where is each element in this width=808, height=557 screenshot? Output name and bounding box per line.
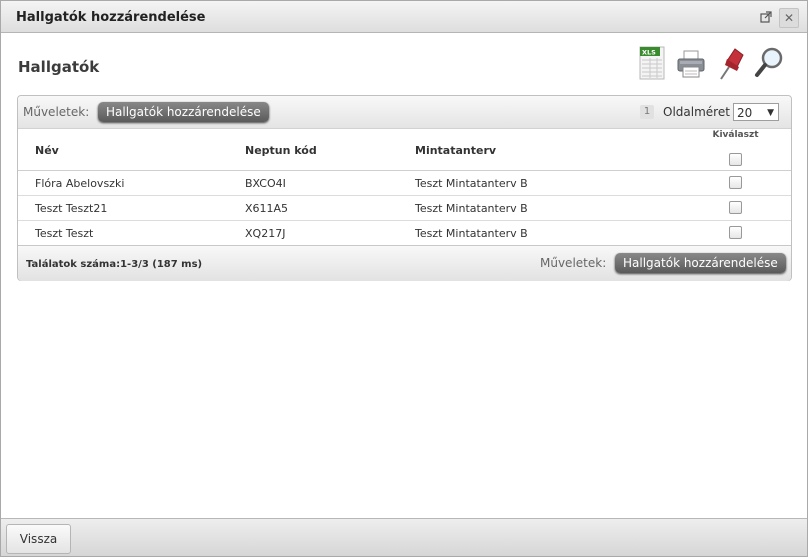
cell-curriculum: Teszt Mintatanterv B	[415, 177, 528, 190]
back-button[interactable]: Vissza	[6, 524, 71, 554]
assign-students-button-bottom[interactable]: Hallgatók hozzárendelése	[615, 253, 786, 273]
operations-label: Műveletek:	[23, 105, 90, 119]
column-header-curriculum[interactable]: Mintatanterv	[415, 144, 496, 157]
table-row: Teszt Teszt XQ217J Teszt Mintatanterv B	[18, 221, 791, 245]
cell-name: Teszt Teszt21	[35, 202, 108, 215]
column-header-select: Kiválaszt	[712, 130, 759, 140]
dropdown-arrow-icon: ▼	[767, 108, 774, 118]
row-select-checkbox[interactable]	[729, 226, 742, 239]
results-count: Találatok száma:1-3/3 (187 ms)	[26, 259, 203, 270]
table-row: Teszt Teszt21 X611A5 Teszt Mintatanterv …	[18, 196, 791, 221]
print-icon[interactable]	[676, 45, 706, 81]
cell-curriculum: Teszt Mintatanterv B	[415, 227, 528, 240]
panel-footer: Találatok száma:1-3/3 (187 ms) Műveletek…	[18, 245, 791, 281]
operations-label-bottom: Műveletek:	[540, 256, 607, 270]
cell-neptun: XQ217J	[245, 227, 286, 240]
cell-neptun: BXCO4I	[245, 177, 286, 190]
page-size-value: 20	[737, 106, 753, 120]
panel-toolbar: Műveletek: Hallgatók hozzárendelése 1 Ol…	[18, 96, 791, 129]
dialog-footer: Vissza	[1, 518, 807, 556]
section-heading: Hallgatók	[18, 58, 100, 76]
dialog-window: Hallgatók hozzárendelése ✕ Hallgatók XLS	[0, 0, 808, 557]
column-header-neptun[interactable]: Neptun kód	[245, 144, 317, 157]
popout-icon[interactable]	[758, 9, 774, 25]
close-icon[interactable]: ✕	[779, 8, 799, 28]
page-size-label: Oldalméret	[663, 105, 730, 119]
cell-neptun: X611A5	[245, 202, 289, 215]
table-header: Név Neptun kód Mintatanterv Kiválaszt	[18, 128, 791, 171]
dialog-titlebar: Hallgatók hozzárendelése ✕	[1, 1, 807, 33]
select-all-checkbox[interactable]	[729, 153, 742, 166]
row-select-checkbox[interactable]	[729, 176, 742, 189]
students-panel: Műveletek: Hallgatók hozzárendelése 1 Ol…	[17, 95, 792, 281]
search-icon[interactable]	[754, 45, 784, 81]
table-row: Flóra Abelovszki BXCO4I Teszt Mintatante…	[18, 171, 791, 196]
xls-export-icon[interactable]: XLS	[637, 45, 667, 81]
page-size-select[interactable]: 20 ▼	[733, 103, 779, 121]
column-header-name[interactable]: Név	[35, 144, 59, 157]
cell-curriculum: Teszt Mintatanterv B	[415, 202, 528, 215]
current-page-indicator[interactable]: 1	[640, 105, 654, 119]
assign-students-button-top[interactable]: Hallgatók hozzárendelése	[98, 102, 269, 122]
cell-name: Teszt Teszt	[35, 227, 94, 240]
pin-icon[interactable]	[715, 45, 745, 81]
svg-text:XLS: XLS	[642, 49, 656, 57]
row-select-checkbox[interactable]	[729, 201, 742, 214]
cell-name: Flóra Abelovszki	[35, 177, 125, 190]
dialog-title: Hallgatók hozzárendelése	[16, 10, 206, 25]
